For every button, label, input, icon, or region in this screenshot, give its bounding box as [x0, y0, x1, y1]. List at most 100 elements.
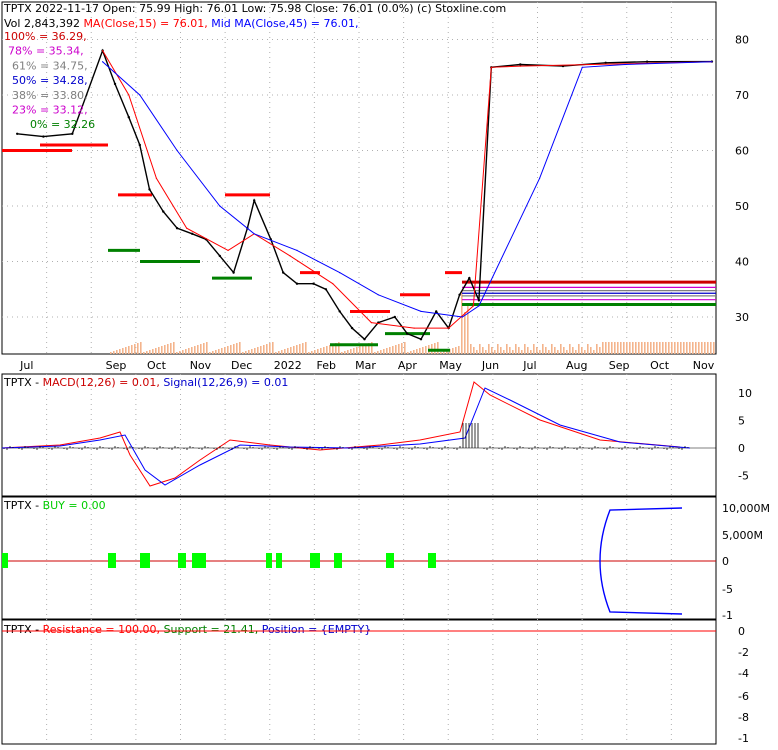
volume-bar: [680, 342, 682, 354]
macd-y-tick: 0: [738, 442, 745, 455]
series-point: [370, 322, 372, 324]
series-point: [711, 61, 713, 63]
volume-bar: [254, 348, 256, 354]
volume-bar: [158, 347, 160, 354]
volume-bar: [323, 347, 325, 354]
volume-bar: [386, 348, 388, 354]
series-line: [102, 50, 712, 329]
volume-bar: [410, 351, 412, 354]
volume-bar: [575, 350, 577, 354]
volume-bar: [701, 342, 703, 354]
volume-bar: [320, 348, 322, 354]
buy-markers: [2, 507, 716, 615]
volume-bar: [413, 350, 415, 354]
volume-bar: [170, 343, 172, 354]
volume-bar: [479, 344, 481, 354]
volume-bar: [686, 342, 688, 354]
volume-bar: [140, 342, 142, 354]
buy-y-tick: -1: [722, 609, 733, 622]
volume-bar: [452, 348, 454, 354]
series-point: [71, 132, 74, 135]
series-point: [16, 132, 19, 135]
volume-bar: [542, 344, 544, 354]
macd-y-tick: 5: [738, 415, 745, 428]
series-point: [191, 232, 194, 235]
volume-bar: [164, 345, 166, 354]
volume-bar: [128, 346, 130, 354]
volume-bar: [602, 342, 604, 354]
price-y-tick: 30: [735, 311, 749, 324]
volume-bar: [512, 350, 514, 354]
volume-bar: [710, 342, 712, 354]
volume-bar: [275, 352, 277, 354]
series-point: [645, 60, 649, 63]
series-point: [413, 327, 415, 329]
volume-bar: [551, 344, 553, 354]
volume-bar: [248, 350, 250, 354]
series-point: [519, 63, 522, 66]
series-point: [420, 310, 422, 312]
volume-bar: [707, 342, 709, 354]
price-y-tick: 70: [735, 89, 749, 102]
volume-bar: [242, 352, 244, 354]
volume-bar: [152, 349, 154, 354]
macd-y-tick: 10: [738, 387, 752, 400]
volume-bar: [668, 342, 670, 354]
buy-y-tick: 0: [722, 555, 729, 568]
volume-bar: [419, 348, 421, 354]
volume-bar: [647, 342, 649, 354]
series-point: [176, 149, 178, 152]
series-point: [458, 293, 461, 296]
series-point: [539, 177, 541, 179]
volume-bar: [113, 351, 115, 354]
stock-chart: TPTX 2022-11-17 Open: 75.99 High: 76.01 …: [0, 0, 778, 746]
fib-label: 0% = 32.26: [30, 118, 95, 131]
volume-bar: [317, 349, 319, 354]
volume-bar: [554, 347, 556, 354]
fib-label: 100% = 36.29,: [4, 30, 87, 43]
rs-header: TPTX - Resistance = 100.00, Support = 21…: [3, 623, 371, 636]
volume-bar: [302, 343, 304, 354]
series-point: [406, 332, 409, 335]
rs-panel: [1, 619, 717, 745]
volume-bar: [308, 352, 310, 354]
series-point: [519, 65, 521, 67]
volume-bar: [290, 347, 292, 354]
volume-bar: [137, 343, 139, 354]
volume-bar: [545, 347, 547, 354]
series-point: [490, 66, 492, 68]
series-point: [468, 276, 471, 280]
buy-marker: [276, 553, 282, 568]
volume-bar: [521, 350, 523, 354]
volume-bar: [671, 342, 673, 354]
macd-line: [1, 381, 681, 487]
price-x-tick: Oct: [650, 359, 670, 372]
volume-bar: [356, 347, 358, 354]
buy-prefix: TPTX -: [3, 499, 43, 512]
volume-bar: [407, 352, 409, 354]
volume-bar: [221, 348, 223, 354]
volume-bar: [185, 349, 187, 354]
volume-bar: [656, 342, 658, 354]
series-point: [253, 233, 255, 235]
volume-bar: [587, 344, 589, 354]
series-point: [312, 282, 315, 285]
volume-bar: [614, 342, 616, 354]
volume-bar: [659, 342, 661, 354]
volume-bar: [125, 347, 127, 354]
series-point: [113, 82, 117, 86]
series-point: [186, 227, 188, 229]
volume-bar: [464, 312, 466, 354]
volume-bar: [485, 350, 487, 354]
buy-marker: [386, 553, 394, 568]
series-point: [377, 294, 379, 296]
volume-bar: [560, 344, 562, 354]
fib-label: 50% = 34.28,: [12, 74, 88, 87]
volume-bar: [272, 342, 274, 354]
volume-bar: [599, 347, 601, 354]
volume-bar: [530, 350, 532, 354]
price-x-tick: Dec: [231, 359, 252, 372]
buy-marker: [192, 553, 206, 568]
volume-bar: [644, 342, 646, 354]
resistance-label: Resistance = 100.00,: [43, 623, 160, 636]
